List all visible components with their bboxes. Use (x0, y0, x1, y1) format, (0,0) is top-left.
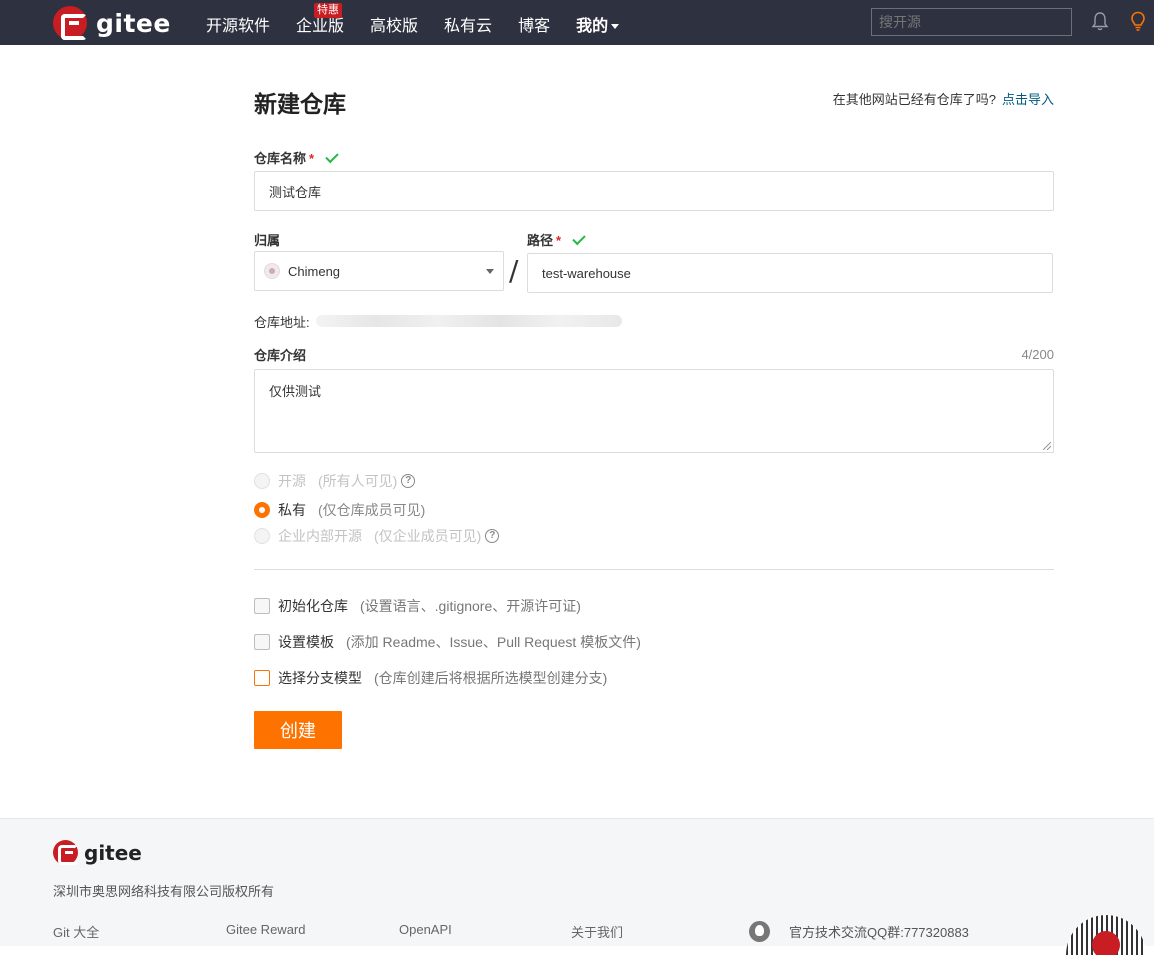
check-icon (572, 231, 586, 246)
visibility-internal-label: 企业内部开源 (278, 528, 362, 544)
qq-icon (749, 921, 770, 942)
visibility-private-label: 私有 (278, 502, 306, 518)
resize-handle-icon[interactable] (1043, 442, 1051, 450)
option-branch-model-label: 选择分支模型 (278, 670, 362, 686)
visibility-public[interactable]: 开源 (所有人可见) ? (254, 471, 416, 491)
repo-name-label: 仓库名称 * (254, 148, 339, 167)
option-template-label: 设置模板 (278, 634, 334, 650)
checkbox-template[interactable] (254, 634, 270, 650)
option-template-hint: (添加 Readme、Issue、Pull Request 模板文件) (346, 634, 641, 650)
radio-internal[interactable] (254, 528, 270, 544)
option-init-repo-hint: (设置语言、.gitignore、开源许可证) (360, 598, 581, 614)
main-nav: 开源软件 企业版 特惠 高校版 私有云 博客 我的 (206, 3, 645, 36)
path-label: 路径 * (527, 230, 586, 249)
footer-logo[interactable]: gitee (53, 840, 142, 865)
avatar (264, 263, 280, 279)
visibility-public-hint: (所有人可见) (318, 473, 398, 489)
top-navbar: gitee 开源软件 企业版 特惠 高校版 私有云 博客 我的 (0, 0, 1154, 45)
import-prompt: 在其他网站已经有仓库了吗? 点击导入 (833, 89, 1054, 108)
footer: gitee 深圳市奥思网络科技有限公司版权所有 Git 大全 Gitee Rew… (0, 818, 1154, 955)
description-char-count: 4/200 (1021, 347, 1054, 362)
required-mark: * (556, 233, 562, 248)
nav-education[interactable]: 高校版 (370, 12, 418, 36)
repo-name-input[interactable]: 测试仓库 (254, 171, 1054, 211)
help-icon[interactable]: ? (485, 529, 500, 543)
nav-mine-label: 我的 (576, 18, 609, 35)
import-link[interactable]: 点击导入 (1002, 92, 1054, 107)
path-label-text: 路径 (527, 233, 554, 248)
description-value: 仅供测试 (269, 384, 322, 399)
nav-enterprise-label: 企业版 (296, 18, 345, 35)
qr-code (1066, 915, 1146, 955)
description-label: 仓库介绍 (254, 348, 307, 363)
brand-name: gitee (96, 8, 171, 38)
footer-brand-name: gitee (84, 840, 142, 865)
path-separator: / (509, 254, 519, 287)
search-input[interactable] (871, 8, 1072, 36)
nav-private-cloud[interactable]: 私有云 (444, 12, 492, 36)
owner-select[interactable]: Chimeng (254, 251, 504, 291)
checkbox-init-repo[interactable] (254, 598, 270, 614)
owner-label: 归属 (254, 233, 281, 248)
footer-link-openapi[interactable]: OpenAPI (399, 922, 452, 937)
owner-value: Chimeng (288, 263, 341, 279)
repo-name-label-text: 仓库名称 (254, 151, 307, 166)
visibility-internal[interactable]: 企业内部开源 (仅企业成员可见) ? (254, 526, 500, 546)
check-icon (325, 149, 339, 164)
visibility-internal-hint: (仅企业成员可见) (374, 528, 482, 544)
promo-badge: 特惠 (314, 3, 343, 18)
checkbox-branch-model[interactable] (254, 670, 270, 686)
gitee-logo[interactable]: gitee (53, 6, 171, 40)
gitee-logo-icon (53, 840, 78, 865)
path-input[interactable]: test-warehouse (527, 253, 1053, 293)
create-button[interactable]: 创建 (254, 711, 342, 749)
visibility-private[interactable]: 私有 (仅仓库成员可见) (254, 500, 425, 520)
import-prompt-text: 在其他网站已经有仓库了吗? (832, 92, 996, 107)
visibility-private-hint: (仅仓库成员可见) (318, 502, 426, 518)
footer-link-reward[interactable]: Gitee Reward (226, 922, 305, 937)
option-init-repo-label: 初始化仓库 (278, 598, 348, 614)
visibility-public-label: 开源 (278, 473, 306, 489)
bell-icon[interactable] (1092, 12, 1108, 31)
footer-link-about[interactable]: 关于我们 (571, 922, 623, 941)
qq-group: 官方技术交流QQ群:777320883 (789, 925, 969, 940)
option-template[interactable]: 设置模板 (添加 Readme、Issue、Pull Request 模板文件) (254, 632, 641, 652)
radio-private[interactable] (254, 502, 270, 518)
option-init-repo[interactable]: 初始化仓库 (设置语言、.gitignore、开源许可证) (254, 596, 581, 616)
footer-link-git[interactable]: Git 大全 (53, 922, 99, 941)
repo-address-redacted (316, 315, 622, 327)
chevron-down-icon (486, 269, 494, 274)
description-textarea[interactable]: 仅供测试 (254, 369, 1054, 453)
nav-enterprise[interactable]: 企业版 特惠 (296, 3, 345, 36)
chevron-down-icon (611, 24, 620, 30)
help-icon[interactable]: ? (401, 474, 416, 488)
option-branch-model[interactable]: 选择分支模型 (仓库创建后将根据所选模型创建分支) (254, 668, 607, 688)
copyright: 深圳市奥思网络科技有限公司版权所有 (53, 884, 275, 899)
radio-public[interactable] (254, 473, 270, 489)
nav-blog[interactable]: 博客 (518, 12, 550, 36)
required-mark: * (309, 151, 315, 166)
nav-open-source[interactable]: 开源软件 (206, 12, 270, 36)
divider (254, 569, 1054, 570)
gitee-logo-icon (53, 6, 87, 40)
option-branch-model-hint: (仓库创建后将根据所选模型创建分支) (374, 670, 608, 686)
page-title: 新建仓库 (254, 91, 346, 117)
lightbulb-icon[interactable] (1130, 11, 1146, 33)
repo-address-label: 仓库地址: (254, 315, 310, 330)
nav-mine[interactable]: 我的 (576, 12, 620, 36)
